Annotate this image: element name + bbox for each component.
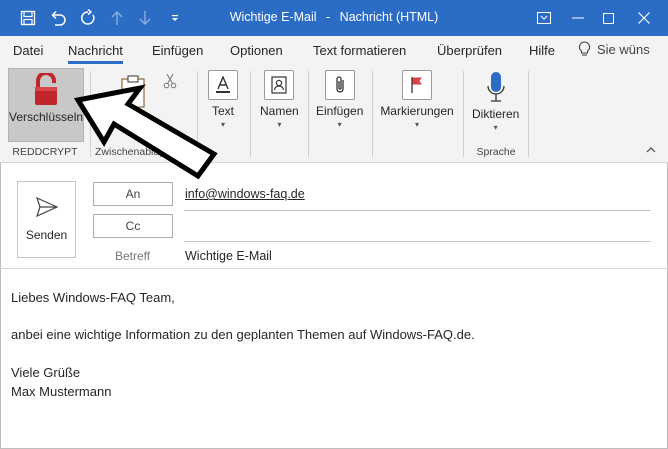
send-button[interactable]: Senden (17, 181, 76, 258)
cc-button[interactable]: Cc (93, 214, 173, 238)
window-title-separator: - (326, 10, 331, 24)
window-title-main: Wichtige E-Mail (229, 10, 317, 24)
ribbon-tabs: Datei Nachricht Einfügen Optionen Text f… (0, 36, 668, 65)
address-book-icon (264, 70, 295, 100)
tags-button-label: Markierungen (380, 104, 454, 118)
header-divider (0, 268, 668, 269)
pointer-arrow-icon (73, 84, 218, 180)
ribbon-separator (372, 71, 373, 157)
cc-field-underline (184, 241, 651, 242)
flag-icon (402, 70, 432, 100)
tell-me-label: Sie wüns (597, 41, 650, 57)
tab-optionen[interactable]: Optionen (230, 43, 283, 58)
attach-icon (324, 70, 355, 100)
insert-button[interactable]: Einfügen ▾ (316, 70, 363, 129)
chevron-down-icon: ▾ (277, 120, 282, 129)
chevron-down-icon: ▾ (493, 123, 498, 132)
to-field[interactable]: info@windows-faq.de (185, 187, 305, 201)
dictate-button[interactable]: Diktieren ▾ (472, 71, 519, 132)
ribbon-separator (308, 71, 309, 157)
maximize-icon[interactable] (588, 0, 628, 36)
group-label-voice: Sprache (476, 146, 516, 158)
tab-einfuegen[interactable]: Einfügen (152, 43, 203, 58)
compose-frame (0, 163, 1, 449)
group-voice: Diktieren ▾ Sprache (464, 67, 528, 161)
send-button-label: Senden (25, 228, 68, 242)
body-greeting[interactable]: Liebes Windows-FAQ Team, (11, 290, 175, 305)
names-button-label: Namen (260, 104, 299, 118)
dictate-button-label: Diktieren (472, 107, 520, 121)
tab-ueberpruefen[interactable]: Überprüfen (437, 43, 502, 58)
close-icon[interactable] (624, 0, 664, 36)
to-field-underline (184, 210, 651, 211)
chevron-down-icon: ▾ (414, 120, 419, 129)
tab-nachricht[interactable]: Nachricht (68, 43, 123, 64)
body-line[interactable]: anbei eine wichtige Information zu den g… (11, 327, 475, 342)
names-button[interactable]: Namen ▾ (260, 70, 299, 129)
tab-hilfe[interactable]: Hilfe (529, 43, 555, 58)
tab-datei[interactable]: Datei (13, 43, 43, 58)
subject-label: Betreff (115, 249, 151, 263)
to-button[interactable]: An (93, 182, 173, 206)
body-closing[interactable]: Viele Grüße (11, 365, 80, 380)
title-bar: Wichtige E-Mail - Nachricht (HTML) (0, 0, 668, 36)
lightbulb-icon (579, 41, 590, 56)
microphone-icon (487, 72, 505, 102)
subject-field[interactable]: Wichtige E-Mail (185, 249, 272, 263)
window-title-sub: Nachricht (HTML) (339, 10, 439, 24)
ribbon-separator (250, 71, 251, 157)
tags-button[interactable]: Markierungen ▾ (380, 70, 454, 129)
send-icon (35, 196, 58, 218)
body-signature[interactable]: Max Mustermann (11, 384, 111, 399)
insert-button-label: Einfügen (316, 104, 364, 118)
tell-me-box[interactable]: Sie wüns (578, 41, 650, 57)
lock-icon (35, 73, 57, 105)
tab-text-formatieren[interactable]: Text formatieren (313, 43, 406, 58)
collapse-ribbon-icon[interactable] (646, 142, 656, 156)
chevron-down-icon: ▾ (337, 120, 342, 129)
ribbon-separator (528, 71, 529, 157)
